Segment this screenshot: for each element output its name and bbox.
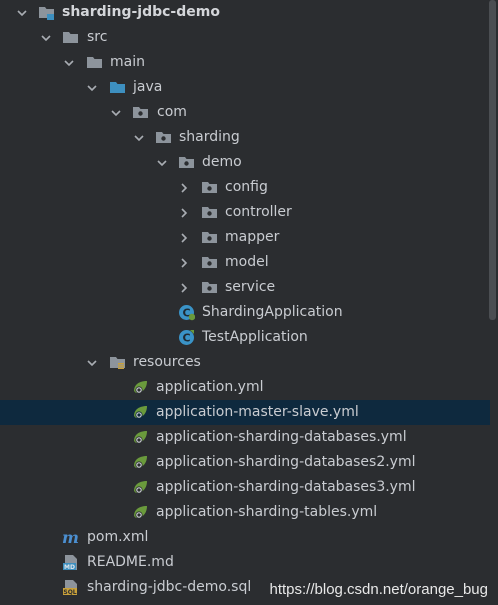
tree-node-yml[interactable]: application-sharding-databases.yml <box>0 425 490 450</box>
tree-node-package[interactable]: config <box>0 175 490 200</box>
tree-node-readme[interactable]: MD README.md <box>0 550 490 575</box>
module-folder-icon <box>39 7 54 20</box>
tree-node-label: sharding <box>179 129 240 145</box>
vertical-scrollbar[interactable] <box>489 0 496 320</box>
tree-node-label: application-sharding-databases.yml <box>156 429 407 445</box>
class-icon: C <box>179 330 194 345</box>
project-tree: sharding-jdbc-demo src main java com sha… <box>0 0 490 600</box>
spring-config-icon <box>134 381 147 394</box>
chevron-down-icon[interactable] <box>38 25 54 50</box>
chevron-down-icon[interactable] <box>108 100 124 125</box>
tree-node-label: ShardingApplication <box>202 304 343 320</box>
tree-node-label: application-sharding-tables.yml <box>156 504 378 520</box>
tree-node-label: controller <box>225 204 292 220</box>
tree-node-yml[interactable]: application-sharding-tables.yml <box>0 500 490 525</box>
svg-text:MD: MD <box>64 564 75 571</box>
tree-node-pom[interactable]: m pom.xml <box>0 525 490 550</box>
tree-node-label: service <box>225 279 276 295</box>
resources-folder-icon <box>110 357 125 369</box>
svg-text:m: m <box>62 529 79 546</box>
svg-text:SQL: SQL <box>63 589 76 596</box>
tree-node-label: sharding-jdbc-demo.sql <box>87 579 252 595</box>
tree-node-label: application.yml <box>156 379 264 395</box>
tree-node-package[interactable]: controller <box>0 200 490 225</box>
chevron-right-icon[interactable] <box>176 275 192 300</box>
tree-node-label: src <box>87 29 108 45</box>
tree-node-yml[interactable]: application-sharding-databases2.yml <box>0 450 490 475</box>
folder-icon <box>63 32 78 43</box>
tree-node-label: demo <box>202 154 242 170</box>
tree-node-src[interactable]: src <box>0 25 490 50</box>
package-icon <box>202 282 217 293</box>
tree-node-yml[interactable]: application-sharding-databases3.yml <box>0 475 490 500</box>
tree-node-label: TestApplication <box>202 329 308 345</box>
chevron-down-icon[interactable] <box>61 50 77 75</box>
tree-node-yml-selected[interactable]: application-master-slave.yml <box>0 400 490 425</box>
package-icon <box>202 257 217 268</box>
tree-node-package[interactable]: service <box>0 275 490 300</box>
tree-node-main[interactable]: main <box>0 50 490 75</box>
tree-node-label: com <box>157 104 187 120</box>
spring-config-icon <box>134 406 147 419</box>
spring-config-icon <box>134 456 147 469</box>
package-icon <box>133 107 148 118</box>
package-icon <box>202 207 217 218</box>
spring-config-icon <box>134 481 147 494</box>
tree-node-package[interactable]: model <box>0 250 490 275</box>
spring-boot-class-icon: C <box>179 305 195 321</box>
tree-node-com[interactable]: com <box>0 100 490 125</box>
spring-config-icon <box>134 506 147 519</box>
tree-node-resources[interactable]: resources <box>0 350 490 375</box>
tree-node-label: resources <box>133 354 201 370</box>
source-folder-icon <box>110 82 125 93</box>
tree-node-label: java <box>133 79 163 95</box>
spring-config-icon <box>134 431 147 444</box>
tree-node-label: README.md <box>87 554 174 570</box>
tree-node-package[interactable]: mapper <box>0 225 490 250</box>
tree-node-root[interactable]: sharding-jdbc-demo <box>0 0 490 25</box>
markdown-file-icon: MD <box>63 555 77 571</box>
tree-node-label: pom.xml <box>87 529 149 545</box>
chevron-down-icon[interactable] <box>84 75 100 100</box>
tree-node-label: model <box>225 254 269 270</box>
chevron-down-icon[interactable] <box>14 0 30 25</box>
tree-node-label: application-sharding-databases2.yml <box>156 454 416 470</box>
svg-text:C: C <box>182 332 190 345</box>
chevron-right-icon[interactable] <box>176 250 192 275</box>
tree-node-sharding[interactable]: sharding <box>0 125 490 150</box>
tree-node-label: sharding-jdbc-demo <box>62 4 220 20</box>
chevron-down-icon[interactable] <box>84 350 100 375</box>
package-icon <box>202 232 217 243</box>
maven-icon: m <box>62 529 79 546</box>
watermark: https://blog.csdn.net/orange_bug <box>269 581 489 598</box>
tree-node-yml[interactable]: application.yml <box>0 375 490 400</box>
package-icon <box>156 132 171 143</box>
sql-file-icon: SQL <box>63 580 77 596</box>
tree-node-label: config <box>225 179 268 195</box>
tree-node-java[interactable]: java <box>0 75 490 100</box>
tree-node-label: application-master-slave.yml <box>156 404 359 420</box>
chevron-right-icon[interactable] <box>176 175 192 200</box>
folder-icon <box>87 57 102 68</box>
chevron-down-icon[interactable] <box>154 150 170 175</box>
tree-node-class[interactable]: C TestApplication <box>0 325 490 350</box>
package-icon <box>202 182 217 193</box>
package-icon <box>179 157 194 168</box>
chevron-right-icon[interactable] <box>176 225 192 250</box>
tree-node-label: mapper <box>225 229 280 245</box>
tree-node-demo[interactable]: demo <box>0 150 490 175</box>
chevron-right-icon[interactable] <box>176 200 192 225</box>
tree-node-label: main <box>110 54 145 70</box>
tree-node-class[interactable]: C ShardingApplication <box>0 300 490 325</box>
tree-node-label: application-sharding-databases3.yml <box>156 479 416 495</box>
chevron-down-icon[interactable] <box>131 125 147 150</box>
